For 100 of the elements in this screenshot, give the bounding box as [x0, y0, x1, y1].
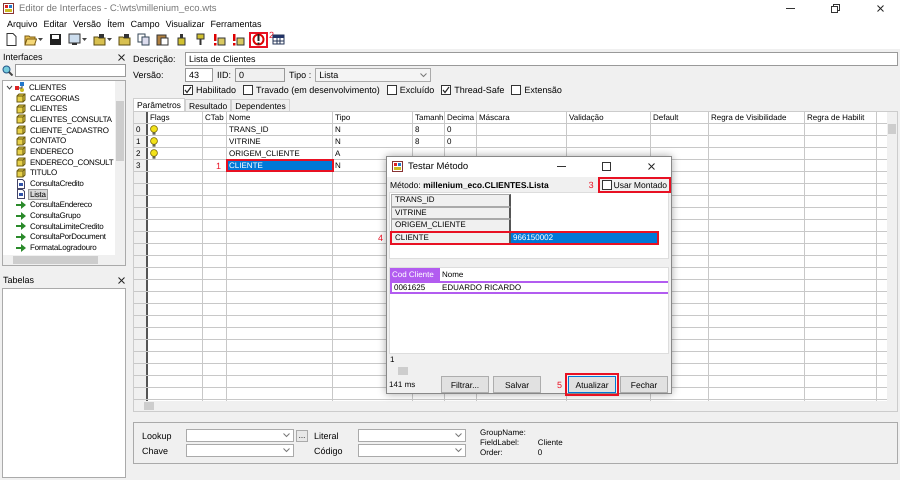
- menu-item[interactable]: Campo: [128, 18, 163, 28]
- parameter-row[interactable]: VITRINE: [391, 206, 658, 220]
- result-row[interactable]: 0061625 EDUARDO RICARDO: [390, 281, 668, 294]
- close-icon[interactable]: [118, 54, 125, 60]
- scrollbar[interactable]: [887, 112, 897, 401]
- field-label: Código: [314, 446, 344, 456]
- search-icon: [2, 65, 13, 76]
- cube-icon: [16, 136, 26, 146]
- tree-item[interactable]: CONTATO: [28, 135, 68, 146]
- table-cell: CLIENTE: [227, 160, 333, 171]
- checkbox[interactable]: Extensão: [511, 85, 562, 95]
- tab[interactable]: Parâmetros: [133, 98, 185, 111]
- column-header[interactable]: Flags: [148, 112, 203, 123]
- tree-item[interactable]: ConsultaEndereco: [28, 199, 94, 210]
- toolbar-button[interactable]: [211, 32, 228, 48]
- description-field[interactable]: Lista de Clientes: [185, 52, 898, 66]
- column-header[interactable]: Default: [651, 112, 709, 123]
- tree-item[interactable]: ConsultaPorDocument: [28, 231, 108, 242]
- column-header[interactable]: CTab: [203, 112, 227, 123]
- tree-item[interactable]: CLIENTES_CONSULTA: [28, 114, 114, 125]
- parameter-name: VITRINE: [391, 206, 511, 220]
- menu-item[interactable]: Versão: [70, 18, 104, 28]
- checkbox[interactable]: Travado (em desenvolvimento): [243, 85, 380, 95]
- column-header[interactable]: Cod Cliente: [390, 268, 440, 282]
- tree-item[interactable]: ConsultaCredito: [28, 178, 86, 190]
- elapsed-time: 141 ms: [389, 380, 416, 389]
- column-header[interactable]: Tamanh: [413, 112, 445, 123]
- checkbox[interactable]: Thread-Safe: [441, 85, 504, 95]
- new-file-icon: [5, 33, 18, 46]
- version-field[interactable]: 43: [185, 68, 213, 82]
- tab[interactable]: Resultado: [184, 99, 232, 111]
- dialog-button[interactable]: Salvar: [493, 376, 541, 393]
- tree-item[interactable]: CLIENTE_CADASTRO: [28, 124, 111, 136]
- toolbar-button[interactable]: [154, 32, 171, 48]
- scrollbar[interactable]: [115, 81, 125, 255]
- tree-item[interactable]: ENDERECO: [28, 146, 76, 157]
- nodes-icon: [15, 82, 25, 92]
- close-icon[interactable]: [876, 5, 884, 12]
- panel-title: Interfaces: [3, 52, 43, 62]
- chevron-down-icon: [283, 433, 290, 438]
- dialog-button[interactable]: Fechar: [620, 376, 668, 393]
- chevron-down-icon: [455, 433, 462, 438]
- menu-item[interactable]: Editar: [40, 18, 70, 28]
- info-label: GroupName:: [480, 428, 526, 438]
- column-header[interactable]: Decima: [445, 112, 477, 123]
- column-header[interactable]: Tipo: [333, 112, 413, 123]
- type-dropdown[interactable]: Lista: [315, 68, 432, 82]
- tree-item[interactable]: FormataLogradouro: [28, 242, 98, 254]
- column-header[interactable]: Regra de Habilit: [805, 112, 877, 123]
- search-field[interactable]: [15, 64, 126, 77]
- menu-item[interactable]: Ferramentas: [207, 18, 264, 28]
- column-header[interactable]: Máscara: [477, 112, 567, 123]
- menu-item[interactable]: Ítem: [104, 18, 128, 28]
- column-header[interactable]: Regra de Visibilidade: [709, 112, 805, 123]
- parameter-value[interactable]: 966150002: [511, 232, 658, 244]
- toolbar-button[interactable]: [230, 32, 247, 48]
- scrollbar[interactable]: [134, 401, 897, 411]
- column-header[interactable]: Validação: [567, 112, 651, 123]
- caret-icon: [38, 38, 43, 42]
- maximize-icon[interactable]: [602, 162, 610, 172]
- tree-item[interactable]: TITULO: [28, 167, 59, 178]
- row-number: 1: [135, 136, 142, 147]
- toolbar-button[interactable]: [116, 32, 133, 48]
- tree-item[interactable]: Lista: [28, 188, 48, 200]
- tree-item[interactable]: CATEGORIAS: [28, 92, 82, 104]
- menu-item[interactable]: Visualizar: [162, 18, 208, 28]
- chevron-down-icon[interactable]: [6, 84, 13, 91]
- toolbar-button[interactable]: [66, 32, 89, 48]
- restore-icon[interactable]: [830, 4, 840, 13]
- folder-icon: [24, 33, 37, 46]
- toolbar-button[interactable]: [47, 32, 64, 48]
- toolbar-button[interactable]: [135, 32, 152, 48]
- toolbar-button[interactable]: [91, 32, 114, 48]
- dialog-title: Testar Método: [408, 161, 470, 172]
- tree-item[interactable]: ENDERECO_CONSULT: [28, 156, 115, 168]
- tree-item[interactable]: CLIENTES: [28, 103, 70, 114]
- tree-item[interactable]: ConsultaGrupo: [28, 210, 83, 222]
- tree-item[interactable]: ConsultaLimiteCredito: [28, 220, 106, 232]
- scrollbar[interactable]: [3, 255, 125, 265]
- close-icon[interactable]: [648, 163, 654, 170]
- checkbox[interactable]: Habilitado: [183, 85, 236, 95]
- field-label: Lookup: [142, 430, 173, 440]
- parameter-row[interactable]: TRANS_ID: [391, 194, 658, 207]
- brush-icon: [194, 33, 207, 46]
- tree-item[interactable]: CLIENTES: [27, 82, 68, 93]
- iid-field[interactable]: 0: [235, 68, 286, 82]
- menu-item[interactable]: Arquivo: [4, 18, 41, 28]
- toolbar-button[interactable]: [270, 32, 287, 48]
- checkbox[interactable]: Usar Montado: [600, 178, 669, 191]
- parameter-row[interactable]: ORIGEM_CLIENTE: [391, 219, 658, 232]
- dialog-button[interactable]: Filtrar...: [441, 376, 489, 393]
- table-cell-text: 0061625: [393, 283, 426, 292]
- table-icon: [272, 33, 285, 46]
- checkbox[interactable]: Excluído: [386, 85, 434, 95]
- chevron-down-icon: [283, 448, 290, 453]
- tab[interactable]: Dependentes: [231, 99, 290, 111]
- close-icon[interactable]: [118, 276, 125, 284]
- browse-button[interactable]: ...: [296, 430, 308, 442]
- column-header[interactable]: Nome: [227, 112, 333, 123]
- dialog-button[interactable]: Atualizar: [568, 376, 616, 393]
